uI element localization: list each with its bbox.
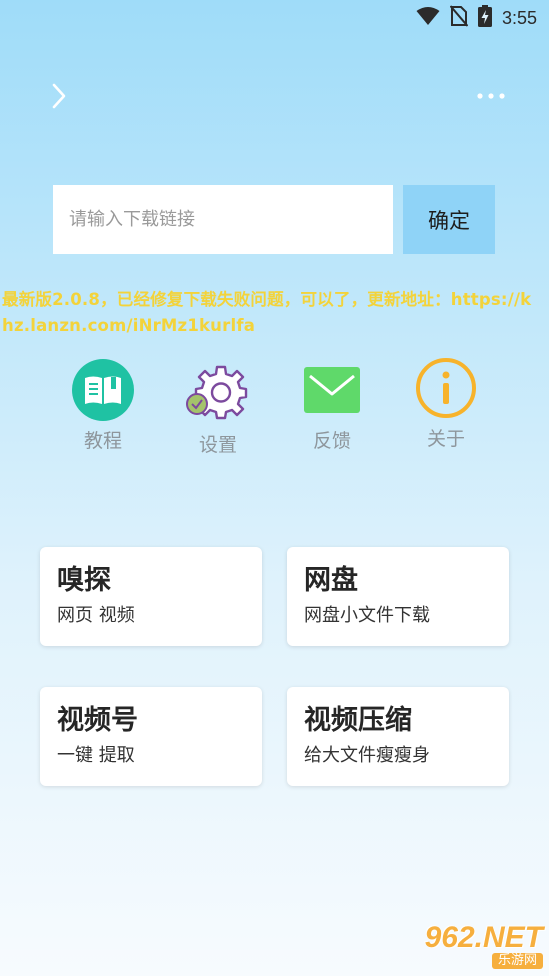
card-title: 视频号 xyxy=(57,705,138,736)
card-netdisk[interactable]: 网盘 网盘小文件下载 xyxy=(287,547,509,646)
download-link-input[interactable] xyxy=(53,185,393,254)
chevron-right-icon xyxy=(52,83,66,109)
menu-label-tutorial: 教程 xyxy=(83,430,122,452)
card-title: 嗅探 xyxy=(57,565,111,596)
wifi-icon xyxy=(416,6,440,30)
watermark-sub: 乐游网 xyxy=(491,953,543,969)
menu-tutorial[interactable]: 教程 xyxy=(53,358,153,453)
card-subtitle: 给大文件瘦瘦身 xyxy=(304,745,430,766)
card-title: 网盘 xyxy=(304,565,358,596)
menu-label-about: 关于 xyxy=(426,428,465,450)
mail-icon xyxy=(297,358,367,422)
book-icon xyxy=(68,358,138,422)
nav-back-button[interactable] xyxy=(46,80,72,112)
card-sniff[interactable]: 嗅探 网页 视频 xyxy=(40,547,262,646)
update-notice: 最新版2.0.8，已经修复下载失败问题，可以了，更新地址：https://khz… xyxy=(2,290,532,335)
watermark: 962.NET 乐游网 xyxy=(403,922,543,970)
menu-feedback[interactable]: 反馈 xyxy=(282,358,382,453)
confirm-button[interactable]: 确定 xyxy=(403,185,495,254)
menu-label-feedback: 反馈 xyxy=(312,430,351,452)
card-video-channel[interactable]: 视频号 一键 提取 xyxy=(40,687,262,786)
more-dots-icon xyxy=(477,93,505,99)
battery-charging-icon xyxy=(477,5,492,31)
info-icon xyxy=(411,356,481,420)
status-time: 3:55 xyxy=(501,7,537,28)
card-video-compress[interactable]: 视频压缩 给大文件瘦瘦身 xyxy=(287,687,509,786)
watermark-logo: 962.NET xyxy=(424,921,543,954)
card-title: 视频压缩 xyxy=(304,705,412,736)
menu-label-settings: 设置 xyxy=(198,434,237,456)
menu-settings[interactable]: 设置 xyxy=(168,362,268,457)
card-subtitle: 一键 提取 xyxy=(57,745,135,766)
gear-icon xyxy=(183,362,253,426)
card-subtitle: 网盘小文件下载 xyxy=(304,605,430,626)
menu-about[interactable]: 关于 xyxy=(396,356,496,451)
status-bar: 3:55 xyxy=(0,0,549,36)
more-button[interactable] xyxy=(473,82,509,110)
no-sim-icon xyxy=(449,5,469,31)
card-subtitle: 网页 视频 xyxy=(57,605,135,626)
status-icons: 3:55 xyxy=(416,5,537,31)
